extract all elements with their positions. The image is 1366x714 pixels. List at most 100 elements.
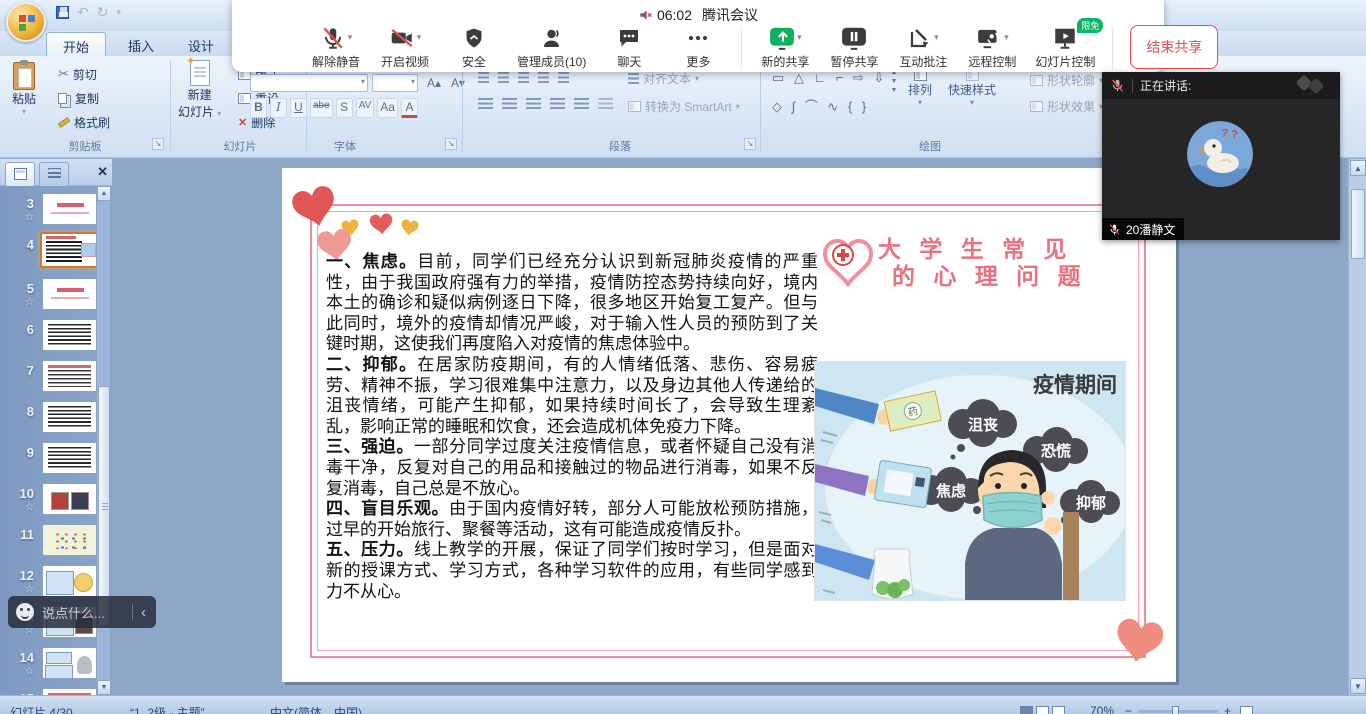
thumbnail-preview[interactable]	[42, 483, 98, 515]
thumbnail-preview[interactable]	[42, 565, 98, 597]
tab-insert[interactable]: 插入	[112, 32, 170, 56]
smartart-button[interactable]: 转换为 SmartArt▾	[628, 96, 740, 116]
annotation-button[interactable]: ▾ 互动批注	[897, 24, 949, 70]
outline-icon	[48, 168, 61, 180]
align-right-icon[interactable]	[526, 98, 541, 109]
tab-outline-view[interactable]	[39, 162, 69, 186]
close-panel-icon[interactable]: ✕	[97, 164, 108, 180]
thumbnail-preview[interactable]	[40, 232, 100, 268]
font-name-combo[interactable]	[250, 74, 368, 92]
save-icon[interactable]	[56, 6, 69, 19]
underline-button[interactable]: U	[290, 98, 307, 118]
video-feed[interactable]: ? ? 20潘静文	[1102, 99, 1340, 240]
chevron-down-icon[interactable]: ▾	[417, 32, 422, 43]
slide-canvas[interactable]: 大 学 生 常 见 的 心 理 问 题 一、焦虑。目前，同学们已经充分认识到新冠…	[282, 168, 1176, 682]
manage-members-button[interactable]: 管理成员(10)	[517, 24, 586, 70]
fit-to-window-icon[interactable]	[1240, 704, 1256, 714]
chat-placeholder[interactable]: 说点什么...	[42, 603, 124, 622]
numbering-icon[interactable]	[498, 72, 509, 83]
bold-button[interactable]: B	[250, 98, 267, 118]
office-button[interactable]	[6, 2, 46, 42]
emoji-icon[interactable]	[16, 603, 34, 621]
pause-share-button[interactable]: 暂停共享	[828, 24, 880, 70]
distribute-icon[interactable]	[574, 98, 589, 109]
text-shadow-button[interactable]: S	[336, 98, 353, 118]
video-panel[interactable]: 正在讲话: ? ?	[1102, 72, 1340, 240]
scroll-down-icon[interactable]: ▼	[97, 680, 111, 695]
thumbnail-preview[interactable]	[42, 401, 98, 433]
ppt-vertical-scrollbar[interactable]: ▲ ▼	[1348, 159, 1366, 695]
font-dialog-launcher[interactable]: ↘	[445, 138, 457, 150]
format-painter-button[interactable]: 格式刷	[58, 112, 110, 132]
remote-control-button[interactable]: ▾ 远程控制	[966, 24, 1018, 70]
collapse-chevron-icon[interactable]: ‹	[141, 604, 146, 621]
chat-quick-bubble[interactable]: 说点什么... ‹	[8, 596, 156, 628]
chevron-down-icon[interactable]: ▾	[348, 32, 353, 43]
undo-icon[interactable]: ↶	[77, 4, 89, 21]
shape-gallery-scroll[interactable]: ▲▼▼	[888, 68, 900, 95]
scroll-thumb[interactable]	[1351, 189, 1365, 259]
thumbnail-preview[interactable]	[42, 360, 98, 392]
bullets-icon[interactable]	[478, 72, 489, 83]
view-buttons[interactable]	[1020, 704, 1068, 714]
slide-body-text[interactable]: 一、焦虑。目前，同学们已经充分认识到新冠肺炎疫情的严重性，由于我国政府强有力的举…	[326, 252, 818, 602]
tab-slides-view[interactable]	[5, 162, 35, 186]
paste-button[interactable]: 粘贴▾	[12, 62, 36, 116]
decrease-indent-icon[interactable]	[518, 72, 529, 83]
font-color-button[interactable]: A	[401, 98, 418, 118]
thumbnail-preview[interactable]	[42, 442, 98, 474]
chevron-down-icon[interactable]: ▾	[797, 32, 802, 43]
increase-indent-icon[interactable]	[538, 72, 549, 83]
thumbnail-preview[interactable]	[42, 193, 98, 225]
quick-styles-button[interactable]: 快速样式▾	[948, 70, 996, 107]
thumbnail-preview[interactable]	[42, 647, 98, 679]
tab-design[interactable]: 设计	[172, 32, 230, 56]
tab-home[interactable]: 开始	[46, 32, 106, 56]
shrink-font-button[interactable]: A▾	[448, 74, 468, 92]
shape-gallery-row2[interactable]: ◇ ∫ ⌒ ∿ { }	[772, 96, 869, 115]
zoom-slider[interactable]: −+	[1125, 704, 1231, 714]
shape-gallery-row1[interactable]: ▭ △ ∟ ⌐ ⇨ ⇩	[772, 70, 887, 86]
redo-icon[interactable]: ↻	[97, 4, 109, 21]
thumbnail-number: 7	[10, 363, 34, 378]
strikethrough-button[interactable]: abe	[310, 98, 333, 118]
thumbnail-number: 8	[10, 404, 34, 419]
chat-button[interactable]: 聊天	[603, 24, 655, 70]
cut-button[interactable]: 剪切	[58, 64, 97, 84]
grow-font-button[interactable]: A▴	[424, 74, 444, 92]
start-video-button[interactable]: ▾ 开启视频	[379, 24, 431, 70]
align-center-icon[interactable]	[502, 98, 517, 109]
chevron-down-icon[interactable]: ▾	[934, 32, 939, 43]
slide-title[interactable]: 大 学 生 常 见 的 心 理 问 题	[878, 236, 1148, 290]
security-button[interactable]: 安全	[448, 24, 500, 70]
scroll-up-icon[interactable]: ▲	[1350, 160, 1366, 176]
change-case-button[interactable]: Aa	[377, 98, 398, 118]
clipboard-dialog-launcher[interactable]: ↘	[152, 138, 164, 150]
new-slide-button[interactable]: 新建 幻灯片 ▾	[178, 60, 221, 120]
more-button[interactable]: 更多	[672, 24, 724, 70]
thumbnail-preview[interactable]	[42, 278, 98, 310]
line-spacing-icon[interactable]	[558, 72, 569, 83]
justify-icon[interactable]	[550, 98, 565, 109]
align-left-icon[interactable]	[478, 98, 493, 109]
new-share-button[interactable]: ▾ 新的共享	[759, 24, 811, 70]
arrange-button[interactable]: 排列▾	[908, 70, 932, 107]
shape-outline-button[interactable]: 形状轮廓▾	[1030, 70, 1103, 90]
unmute-button[interactable]: ▾ 解除静音	[310, 24, 362, 70]
thumbnail-preview[interactable]	[42, 319, 98, 351]
chevron-down-icon[interactable]: ▾	[1004, 32, 1009, 43]
italic-button[interactable]: I	[270, 98, 287, 118]
scroll-up-icon[interactable]: ▲	[97, 186, 111, 201]
end-share-button[interactable]: 结束共享	[1130, 25, 1218, 69]
char-spacing-button[interactable]: AV	[356, 98, 375, 118]
columns-icon[interactable]	[598, 98, 613, 109]
shape-effects-button[interactable]: 形状效果▾	[1030, 96, 1103, 116]
slide-control-button[interactable]: 限免 幻灯片控制	[1035, 24, 1095, 70]
font-size-combo[interactable]	[372, 74, 418, 92]
thumbnail-preview[interactable]	[42, 524, 98, 556]
paragraph-dialog-launcher[interactable]: ↘	[744, 138, 756, 150]
panel-scroll-thumb[interactable]	[98, 386, 110, 626]
scroll-down-icon[interactable]: ▼	[1350, 678, 1366, 694]
copy-button[interactable]: 复制	[58, 88, 99, 108]
qat-dropdown-icon[interactable]: ▾	[116, 7, 121, 18]
